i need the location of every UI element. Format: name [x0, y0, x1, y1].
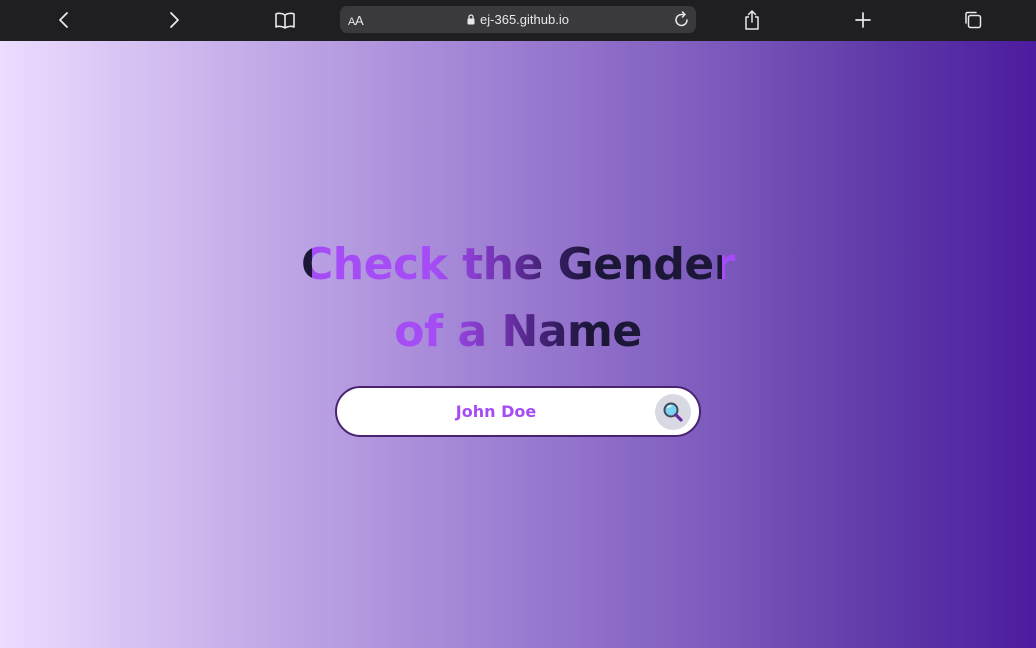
back-button[interactable]	[51, 7, 77, 33]
address-bar[interactable]: AA ej-365.github.io	[340, 6, 696, 33]
share-button[interactable]	[739, 7, 765, 33]
back-icon	[59, 12, 68, 28]
new-tab-icon	[855, 12, 871, 28]
page-content: Check the Gender of a Name	[0, 41, 1036, 648]
reload-icon	[675, 11, 688, 27]
search-icon	[663, 402, 683, 422]
bookmarks-button[interactable]	[272, 7, 298, 33]
title-line-1: Check the Gender	[301, 239, 735, 290]
forward-icon	[170, 12, 179, 28]
bookmarks-icon	[275, 12, 295, 29]
url-display: ej-365.github.io	[340, 12, 696, 27]
forward-button[interactable]	[161, 7, 187, 33]
name-input[interactable]	[355, 388, 637, 435]
browser-toolbar: AA ej-365.github.io	[0, 0, 1036, 41]
url-text: ej-365.github.io	[480, 12, 569, 27]
share-icon	[745, 10, 759, 30]
lock-icon	[467, 14, 475, 25]
tabs-overview-button[interactable]	[960, 7, 986, 33]
page-title: Check the Gender of a Name	[0, 231, 1036, 365]
reload-button[interactable]	[674, 10, 690, 32]
title-line-2: of a Name	[394, 306, 642, 357]
name-search-box	[335, 386, 701, 437]
search-button[interactable]	[655, 394, 691, 430]
tabs-icon	[965, 11, 982, 29]
new-tab-button[interactable]	[850, 7, 876, 33]
